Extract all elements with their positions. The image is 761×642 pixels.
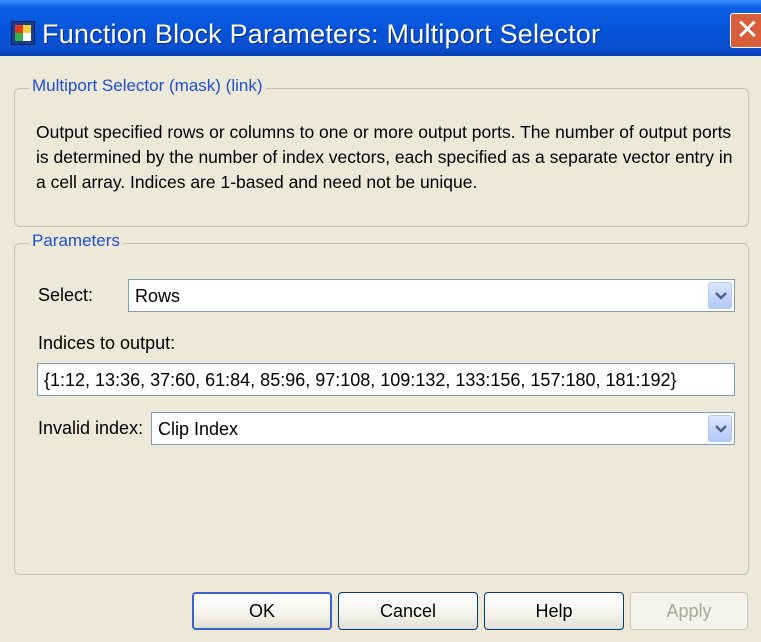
invalid-index-dropdown-button[interactable]: [708, 415, 732, 442]
ok-button[interactable]: OK: [192, 592, 332, 630]
select-label: Select:: [38, 285, 94, 305]
apply-button[interactable]: Apply: [630, 592, 748, 630]
indices-label: Indices to output:: [38, 333, 176, 353]
cancel-button[interactable]: Cancel: [338, 592, 478, 630]
invalid-index-value: Clip Index: [158, 419, 239, 439]
indices-value: {1:12, 13:36, 37:60, 61:84, 85:96, 97:10…: [44, 370, 677, 390]
help-button[interactable]: Help: [484, 592, 624, 630]
chevron-down-icon: [715, 292, 727, 300]
indices-input[interactable]: {1:12, 13:36, 37:60, 61:84, 85:96, 97:10…: [37, 363, 735, 396]
chevron-down-icon: [715, 425, 727, 433]
select-value: Rows: [135, 286, 181, 306]
invalid-index-dropdown[interactable]: Clip Index: [151, 412, 735, 445]
title-bar[interactable]: Function Block Parameters: Multiport Sel…: [0, 0, 761, 56]
description-group-legend: Multiport Selector (mask) (link): [29, 76, 266, 96]
simulink-block-icon: [11, 21, 35, 45]
window-title: Function Block Parameters: Multiport Sel…: [42, 19, 601, 49]
close-icon: ✕: [735, 14, 760, 45]
select-dropdown-button[interactable]: [708, 282, 732, 309]
parameters-group-legend: Parameters: [29, 231, 123, 251]
invalid-index-label: Invalid index:: [38, 418, 144, 438]
block-description: Output specified rows or columns to one …: [36, 122, 733, 192]
close-button[interactable]: ✕: [730, 13, 761, 48]
select-dropdown[interactable]: Rows: [128, 279, 735, 312]
